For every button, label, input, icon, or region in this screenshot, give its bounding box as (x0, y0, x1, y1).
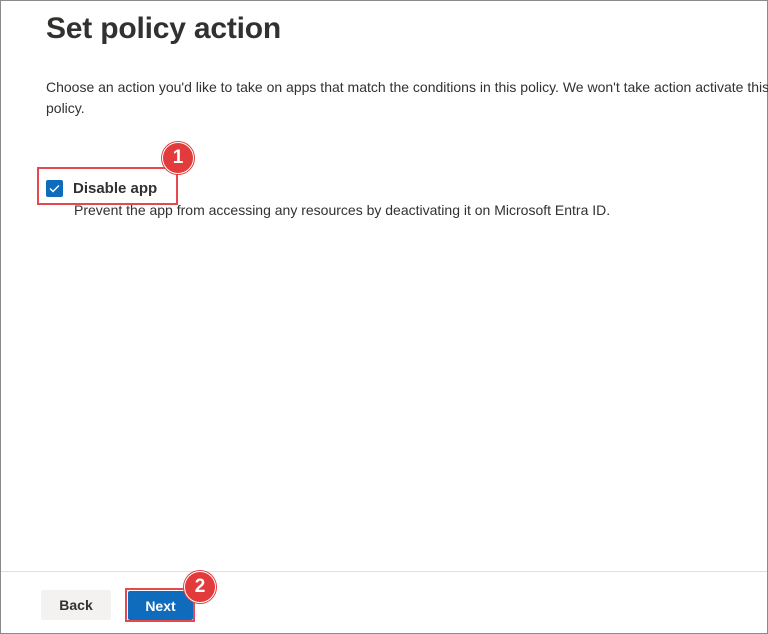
page-description: Choose an action you'd like to take on a… (46, 77, 768, 119)
disable-app-label[interactable]: Disable app (73, 180, 157, 197)
page-description-text: Choose an action you'd like to take on a… (46, 79, 768, 116)
back-button[interactable]: Back (41, 590, 111, 620)
next-button[interactable]: Next (128, 591, 193, 620)
checkmark-icon (49, 184, 60, 192)
disable-app-description: Prevent the app from accessing any resou… (74, 202, 611, 218)
footer-divider (1, 571, 767, 572)
step-badge-1: 1 (162, 142, 194, 174)
page-title: Set policy action (46, 12, 281, 45)
disable-app-checkbox[interactable] (46, 179, 63, 197)
step-badge-2: 2 (184, 571, 216, 603)
disable-app-option[interactable]: Disable app (46, 177, 157, 199)
